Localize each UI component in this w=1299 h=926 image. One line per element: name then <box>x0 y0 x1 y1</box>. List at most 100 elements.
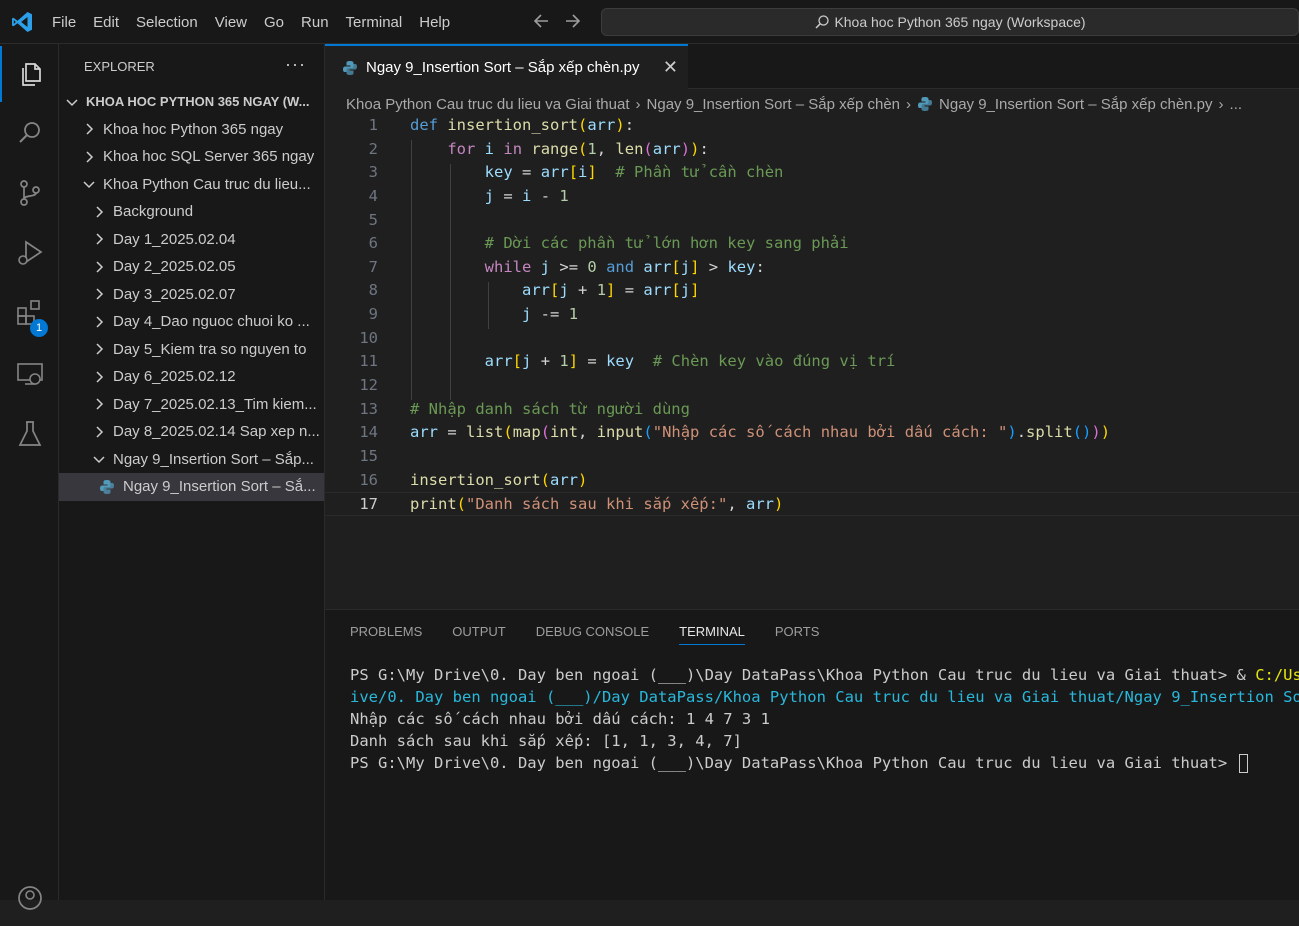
flask-icon <box>18 421 41 446</box>
workspace-root[interactable]: KHOA HOC PYTHON 365 NGAY (W... <box>59 88 324 116</box>
code-line: 2 for i in range(1, len(arr)): <box>325 138 1299 162</box>
accounts-activity[interactable] <box>0 870 59 926</box>
line-number: 9 <box>368 305 378 324</box>
tree-folder[interactable]: Khoa Python Cau truc du lieu... <box>59 171 324 199</box>
tree-folder[interactable]: Background <box>59 198 324 226</box>
explorer-title: EXPLORER <box>84 58 155 74</box>
title-bar: File Edit Selection View Go Run Terminal… <box>0 0 1299 44</box>
tree-folder[interactable]: Khoa hoc SQL Server 365 ngay <box>59 143 324 171</box>
search-icon <box>815 15 830 29</box>
breadcrumb-subfolder[interactable]: Ngay 9_Insertion Sort – Sắp xếp chèn <box>647 96 901 113</box>
tab-problems[interactable]: PROBLEMS <box>350 624 422 639</box>
chevron-right-icon <box>96 398 104 410</box>
line-number: 1 <box>368 116 378 134</box>
testing-activity[interactable] <box>0 406 59 462</box>
code-line: 7 while j >= 0 and arr[j] > key: <box>325 256 1299 280</box>
editor-tab-active[interactable]: Ngay 9_Insertion Sort – Sắp xếp chèn.py … <box>325 44 688 89</box>
code-line: 14 arr = list(map(int, input("Nhập các số… <box>325 421 1299 445</box>
python-file-icon <box>343 60 357 75</box>
menu-file[interactable]: File <box>52 14 85 31</box>
chevron-right-icon <box>86 123 94 135</box>
back-arrow-icon[interactable] <box>532 10 550 32</box>
activity-bar: 1 <box>0 44 59 910</box>
tree-folder[interactable]: Day 8_2025.02.14 Sap xep n... <box>59 418 324 446</box>
search-icon <box>18 122 40 143</box>
line-number: 8 <box>368 281 378 300</box>
breadcrumb-folder[interactable]: Khoa Python Cau truc du lieu va Giai thu… <box>346 96 630 113</box>
chevron-right-icon <box>96 261 104 273</box>
menu-go[interactable]: Go <box>264 14 293 31</box>
tree-folder[interactable]: Day 7_2025.02.13_Tim kiem... <box>59 391 324 419</box>
chevron-down-icon <box>66 99 78 106</box>
python-file-icon <box>100 479 114 494</box>
chevron-right-icon <box>86 151 94 163</box>
code-line: 13 # Nhập danh sách từ người dùng <box>325 398 1299 422</box>
menu-view[interactable]: View <box>215 14 256 31</box>
tab-terminal[interactable]: TERMINAL <box>679 624 745 645</box>
line-number: 7 <box>368 257 378 276</box>
chevron-down-icon <box>83 181 95 189</box>
tree-folder[interactable]: Day 4_Dao nguoc chuoi ko ... <box>59 308 324 336</box>
run-debug-icon <box>17 240 43 265</box>
chevron-right-icon <box>96 316 104 328</box>
line-number: 16 <box>359 470 378 489</box>
terminal-line: Danh sách sau khi sắp xếp: [1, 1, 3, 4, … <box>350 732 742 750</box>
run-debug-activity[interactable] <box>0 225 59 281</box>
source-control-activity[interactable] <box>0 165 59 221</box>
tree-file-selected[interactable]: Ngay 9_Insertion Sort – Sắ... <box>59 473 324 501</box>
breadcrumb-file[interactable]: Ngay 9_Insertion Sort – Sắp xếp chèn.py <box>939 96 1213 113</box>
tree-folder[interactable]: Khoa hoc Python 365 ngay <box>59 116 324 144</box>
code-line: 15 <box>325 445 1299 469</box>
code-line: 11 arr[j + 1] = key # Chèn key vào đúng … <box>325 350 1299 374</box>
python-file-icon <box>918 97 933 111</box>
tree-folder[interactable]: Day 2_2025.02.05 <box>59 253 324 281</box>
tree-folder[interactable]: Ngay 9_Insertion Sort – Sắp... <box>59 446 324 474</box>
chevron-right-icon: › <box>906 95 912 113</box>
more-actions-icon[interactable]: ··· <box>285 54 306 75</box>
account-icon <box>17 886 42 910</box>
tree-folder[interactable]: Day 1_2025.02.04 <box>59 226 324 254</box>
breadcrumb-symbol[interactable]: ... <box>1230 96 1243 113</box>
code-editor[interactable]: 1 def insertion_sort(arr): 2 for i in ran… <box>325 114 1299 516</box>
tab-label: Ngay 9_Insertion Sort – Sắp xếp chèn.py <box>366 59 640 76</box>
close-icon[interactable]: ✕ <box>663 57 678 78</box>
tab-debug-console[interactable]: DEBUG CONSOLE <box>536 624 649 639</box>
code-line: 4 j = i - 1 <box>325 185 1299 209</box>
code-line: 5 <box>325 209 1299 233</box>
line-number: 12 <box>359 376 378 395</box>
file-tree: KHOA HOC PYTHON 365 NGAY (W... Khoa hoc … <box>59 88 324 501</box>
line-number: 15 <box>359 446 378 465</box>
line-number: 5 <box>368 210 378 229</box>
tree-folder[interactable]: Day 6_2025.02.12 <box>59 363 324 391</box>
menu-edit[interactable]: Edit <box>93 14 128 31</box>
tree-folder[interactable]: Day 3_2025.02.07 <box>59 281 324 309</box>
panel-tabs: PROBLEMS OUTPUT DEBUG CONSOLE TERMINAL P… <box>350 610 819 652</box>
explorer-sidebar: EXPLORER ··· KHOA HOC PYTHON 365 NGAY (W… <box>59 44 325 900</box>
menu-help[interactable]: Help <box>419 14 459 31</box>
command-center-search[interactable]: Khoa hoc Python 365 ngay (Workspace) <box>601 8 1299 36</box>
code-line: 12 <box>325 374 1299 398</box>
chevron-right-icon: › <box>635 95 641 113</box>
extensions-badge: 1 <box>30 319 48 337</box>
terminal-line: ive/0. Day ben ngoai (___)/Day DataPass/… <box>350 688 1299 706</box>
tab-output[interactable]: OUTPUT <box>452 624 505 639</box>
chevron-right-icon <box>96 426 104 438</box>
terminal[interactable]: PS G:\My Drive\0. Day ben ngoai (___)\Da… <box>350 664 1299 774</box>
menu-run[interactable]: Run <box>301 14 338 31</box>
terminal-line: PS G:\My Drive\0. Day ben ngoai (___)\Da… <box>350 752 1299 774</box>
forward-arrow-icon[interactable] <box>564 10 582 32</box>
vscode-logo-icon <box>12 12 32 32</box>
search-activity[interactable] <box>0 105 59 161</box>
remote-explorer-activity[interactable] <box>0 346 59 402</box>
extensions-activity[interactable]: 1 <box>0 285 59 341</box>
tree-folder[interactable]: Day 5_Kiem tra so nguyen to <box>59 336 324 364</box>
line-number: 11 <box>359 352 378 371</box>
explorer-activity[interactable] <box>0 46 59 102</box>
menu-terminal[interactable]: Terminal <box>346 14 412 31</box>
files-icon <box>21 63 41 86</box>
line-number: 2 <box>368 139 378 158</box>
code-line: 3 key = arr[i] # Phần tử cần chèn <box>325 161 1299 185</box>
menu-selection[interactable]: Selection <box>136 14 207 31</box>
tab-ports[interactable]: PORTS <box>775 624 820 639</box>
chevron-down-icon <box>93 456 105 464</box>
